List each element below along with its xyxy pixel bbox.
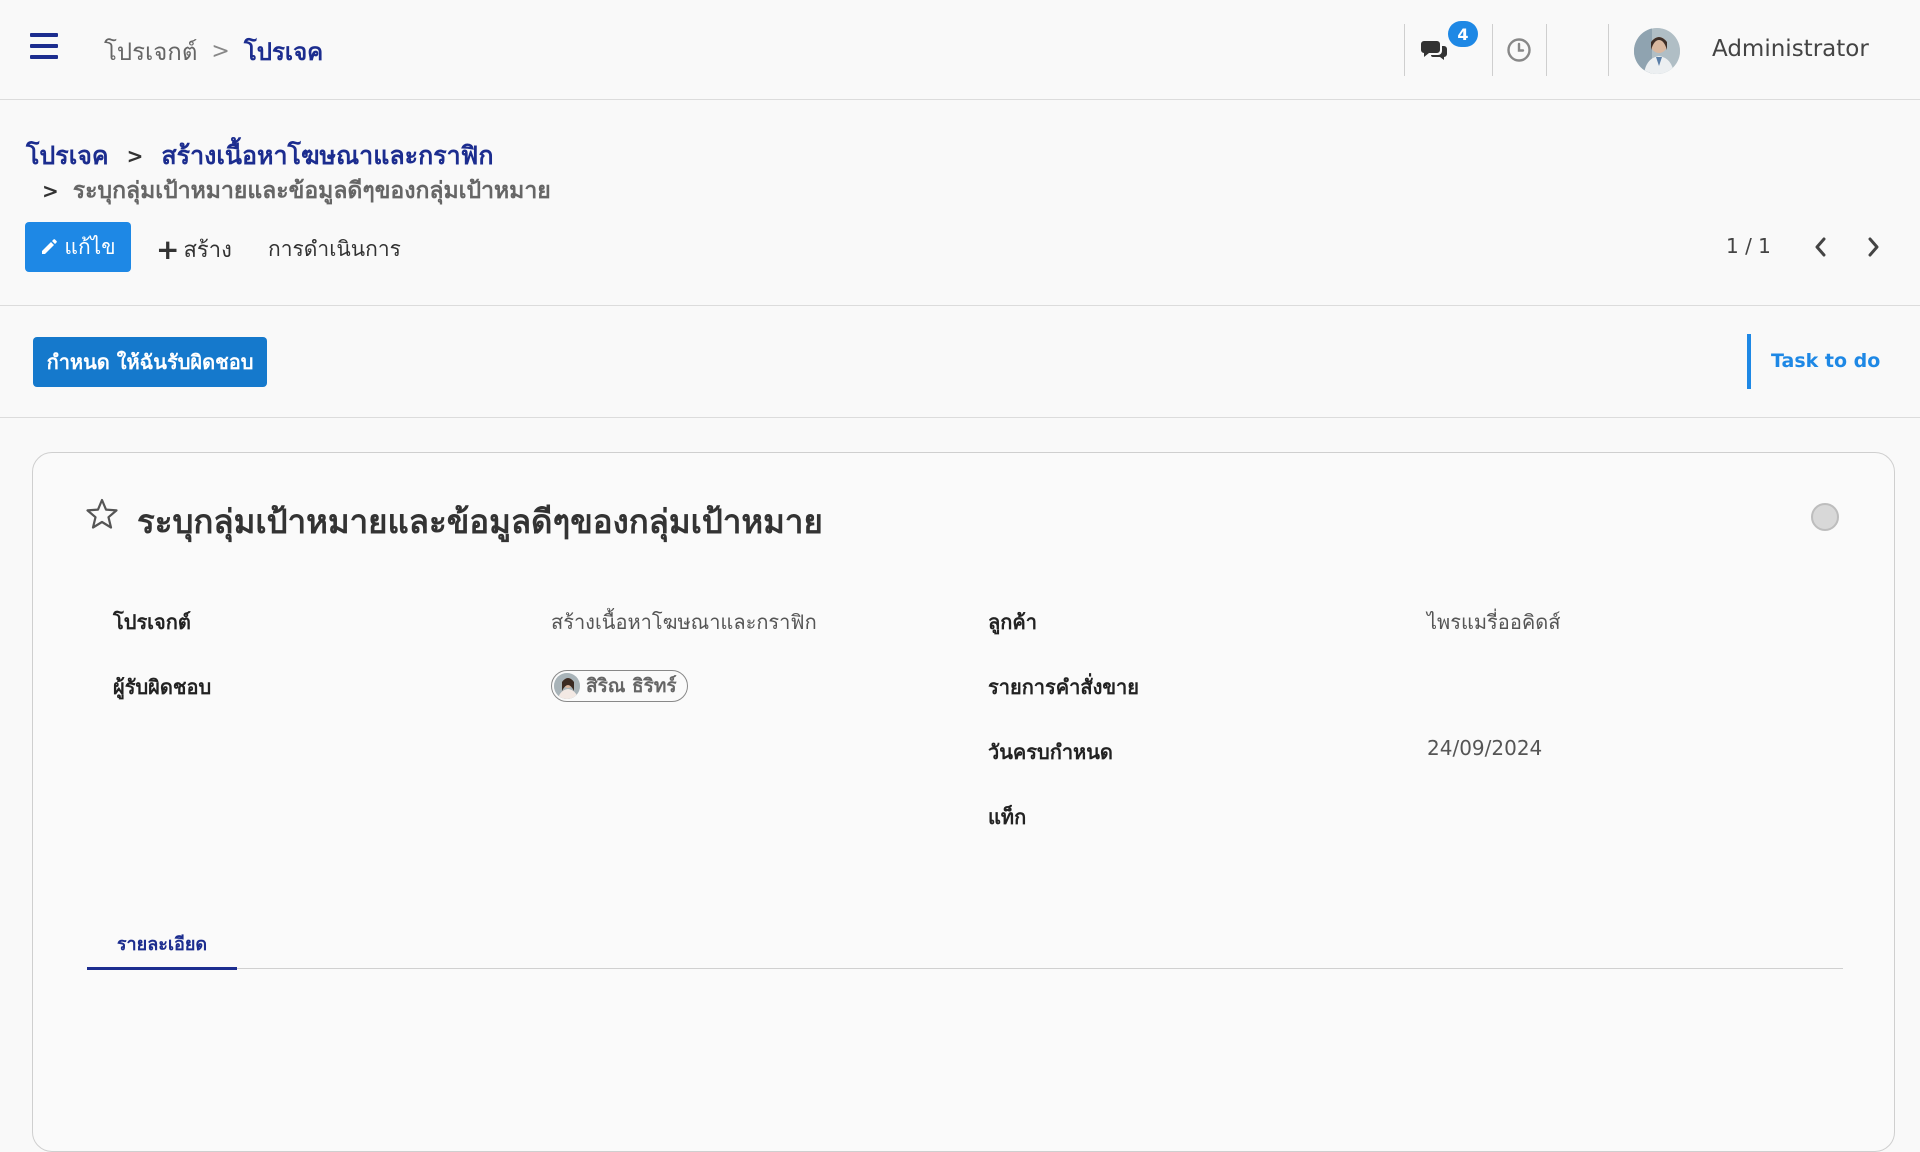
customer-label: ลูกค้า — [988, 610, 1037, 634]
chevron-left-icon[interactable] — [1811, 236, 1831, 258]
stage-indicator — [1747, 334, 1751, 389]
divider — [0, 417, 1920, 418]
edit-button[interactable]: แก้ไข — [25, 222, 131, 272]
project-value[interactable]: สร้างเนื้อหาโฆษณาและกราฟิก — [551, 606, 817, 638]
status-circle[interactable] — [1811, 503, 1839, 531]
breadcrumb-projects[interactable]: โปรเจค — [26, 136, 109, 176]
divider — [1404, 24, 1405, 76]
assignee-name: สิริณ ธิริทร์ — [586, 675, 677, 697]
record-breadcrumb: โปรเจค > สร้างเนื้อหาโฆษณาและกราฟิก — [26, 136, 494, 176]
plus-icon: + — [156, 232, 180, 266]
star-icon[interactable] — [85, 497, 119, 531]
assignee-avatar — [554, 673, 580, 699]
breadcrumb-separator: > — [42, 179, 59, 203]
app-breadcrumb: โปรเจกต์ > โปรเจค — [104, 32, 323, 71]
sale-order-label: รายการคำสั่งขาย — [988, 675, 1139, 699]
top-navbar: โปรเจกต์ > โปรเจค 4 Administrator — [0, 0, 1920, 100]
breadcrumb-current[interactable]: โปรเจค — [244, 32, 323, 71]
divider — [0, 305, 1920, 306]
assignee-label: ผู้รับผิดชอบ — [113, 675, 212, 699]
tab-description[interactable]: รายละเอียด — [87, 917, 237, 969]
tags-label: แท็ก — [988, 805, 1027, 829]
divider — [1608, 24, 1609, 76]
breadcrumb-separator: > — [126, 144, 144, 168]
assign-to-me-button[interactable]: กำหนด ให้ฉันรับผิดชอบ — [33, 337, 267, 387]
customer-value[interactable]: ไพรแมรี่ออคิดส์ — [1427, 606, 1560, 638]
menu-icon[interactable] — [30, 33, 60, 59]
deadline-value[interactable]: 24/09/2024 — [1427, 736, 1542, 760]
task-form-card: ระบุกลุ่มเป้าหมายและข้อมูลดีๆของกลุ่มเป้… — [32, 452, 1895, 1152]
deadline-label: วันครบกำหนด — [988, 740, 1113, 764]
clock-icon[interactable] — [1506, 37, 1532, 63]
breadcrumb-project[interactable]: สร้างเนื้อหาโฆษณาและกราฟิก — [161, 136, 493, 176]
create-button[interactable]: + สร้าง — [156, 232, 232, 267]
breadcrumb-root[interactable]: โปรเจกต์ — [104, 32, 197, 71]
assignee-tag[interactable]: สิริณ ธิริทร์ — [551, 670, 688, 702]
pencil-icon — [42, 239, 58, 254]
record-breadcrumb-current: > ระบุกลุ่มเป้าหมายและข้อมูลดีๆของกลุ่มเ… — [42, 173, 551, 209]
tab-bar-line — [87, 968, 1843, 969]
divider — [1546, 24, 1547, 76]
active-tab-indicator — [87, 967, 237, 970]
edit-button-label: แก้ไข — [64, 234, 116, 259]
breadcrumb-task: ระบุกลุ่มเป้าหมายและข้อมูลดีๆของกลุ่มเป้… — [72, 178, 551, 204]
stage-task-to-do[interactable]: Task to do — [1771, 350, 1880, 372]
create-button-label: สร้าง — [183, 238, 232, 263]
chevron-right-icon[interactable] — [1863, 236, 1883, 258]
username[interactable]: Administrator — [1712, 36, 1869, 62]
task-title[interactable]: ระบุกลุ่มเป้าหมายและข้อมูลดีๆของกลุ่มเป้… — [137, 495, 823, 548]
message-count-badge: 4 — [1448, 21, 1478, 47]
actions-button[interactable]: การดำเนินการ — [268, 233, 401, 266]
pager-value[interactable]: 1 / 1 — [1726, 234, 1771, 258]
user-avatar[interactable] — [1634, 28, 1680, 74]
breadcrumb-separator: > — [211, 39, 230, 64]
chat-icon[interactable] — [1420, 38, 1448, 62]
project-label: โปรเจกต์ — [113, 610, 191, 634]
divider — [1492, 24, 1493, 76]
